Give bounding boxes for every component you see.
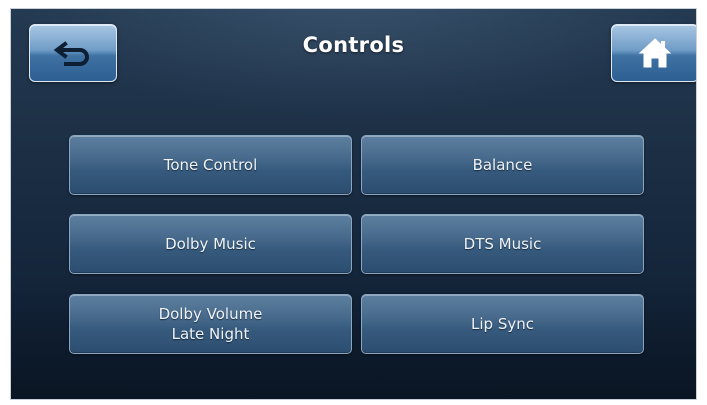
tone-control-button[interactable]: Tone Control [69,135,352,195]
dolby-volume-late-night-button[interactable]: Dolby Volume Late Night [69,294,352,354]
controls-screen: Controls Tone Control Balance Dolby Musi… [10,8,697,400]
dolby-music-button[interactable]: Dolby Music [69,214,352,274]
home-icon [638,38,672,68]
dts-music-button[interactable]: DTS Music [361,214,644,274]
page-title: Controls [302,33,405,57]
balance-button[interactable]: Balance [361,135,644,195]
lip-sync-button[interactable]: Lip Sync [361,294,644,354]
home-button[interactable] [611,24,696,82]
